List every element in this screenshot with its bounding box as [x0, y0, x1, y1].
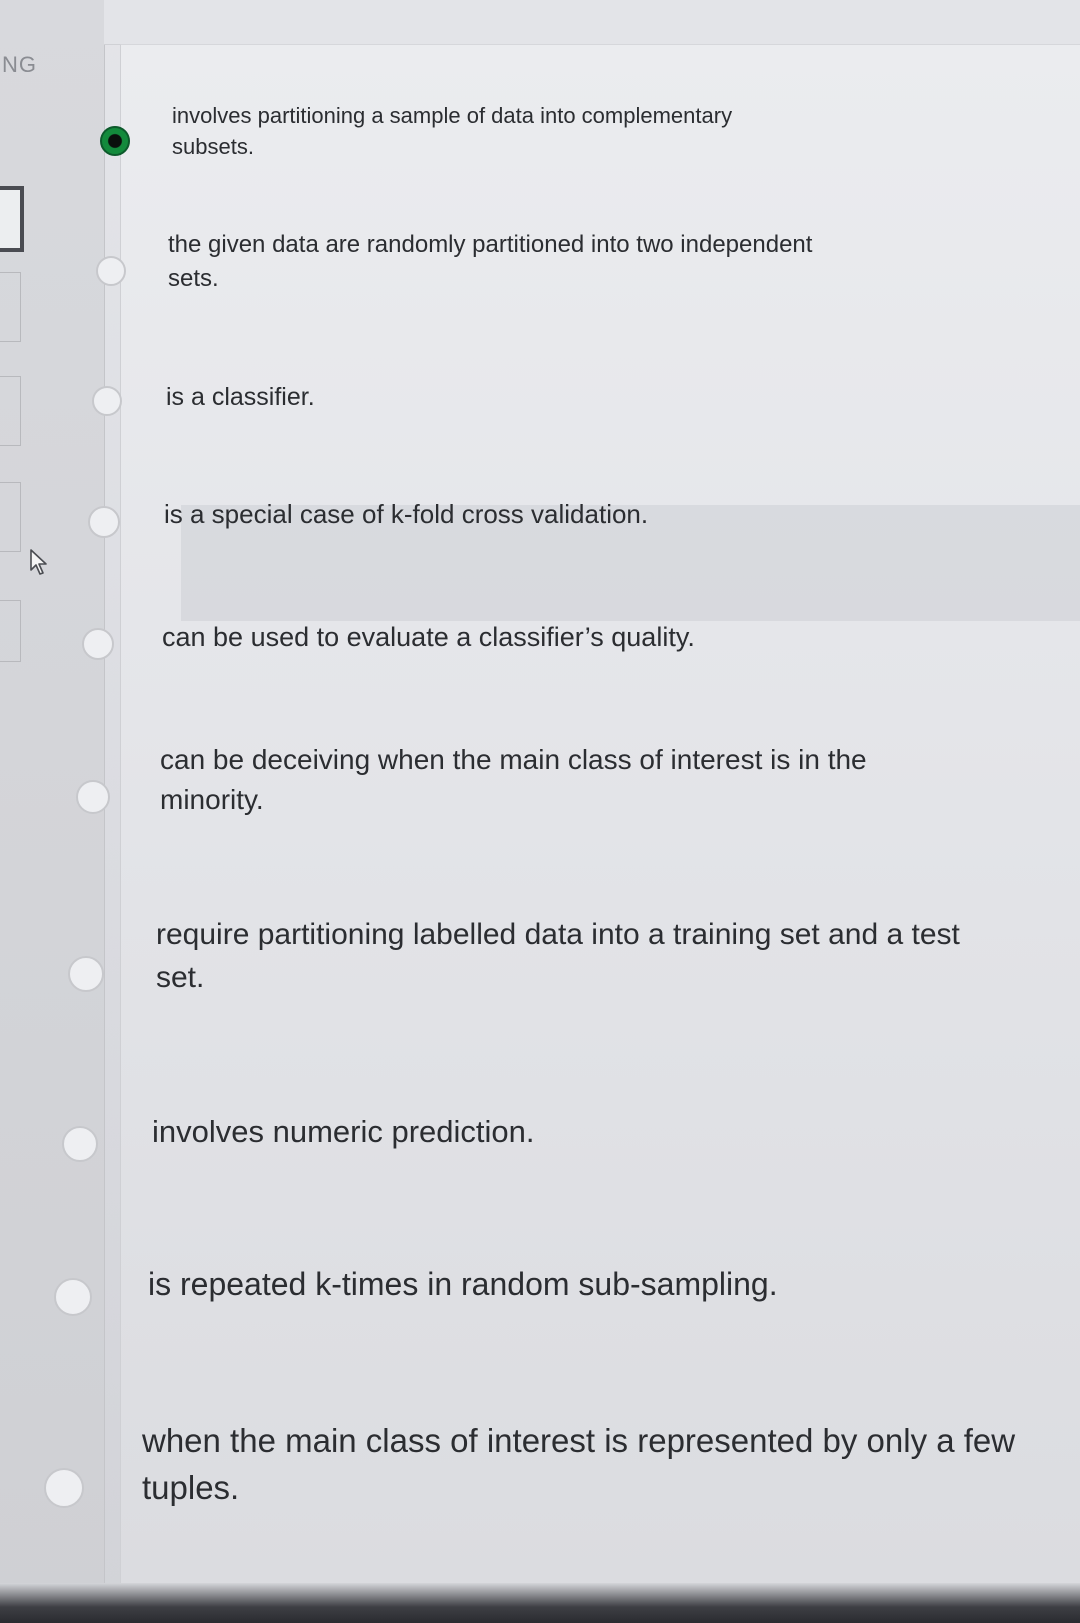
radio-button-selected[interactable] — [100, 126, 130, 156]
question-nav-row[interactable] — [0, 272, 21, 342]
option-label: involves partitioning a sample of data i… — [172, 103, 733, 160]
option-label: can be deceiving when the main class of … — [160, 744, 867, 815]
mouse-pointer-icon — [30, 549, 47, 575]
radio-button[interactable] — [88, 506, 120, 538]
screen-bezel — [0, 1583, 1080, 1623]
radio-button[interactable] — [54, 1278, 92, 1316]
radio-button[interactable] — [82, 628, 114, 660]
radio-button[interactable] — [44, 1468, 84, 1508]
radio-button[interactable] — [76, 780, 110, 814]
top-bar — [104, 0, 1080, 45]
option-label: when the main class of interest is repre… — [142, 1422, 1016, 1506]
option-label: can be used to evaluate a classifier’s q… — [162, 622, 695, 652]
option-label: is repeated k-times in random sub-sampli… — [148, 1266, 778, 1302]
section-label: NG — [2, 52, 37, 77]
radio-button[interactable] — [68, 956, 104, 992]
option-label: require partitioning labelled data into … — [156, 918, 960, 994]
radio-button[interactable] — [62, 1126, 98, 1162]
option-label: the given data are randomly partitioned … — [168, 231, 813, 293]
question-nav-row[interactable] — [0, 376, 21, 446]
option-label: involves numeric prediction. — [152, 1114, 535, 1149]
option-label: is a special case of k-fold cross valida… — [164, 499, 649, 529]
option-label: is a classifier. — [166, 383, 315, 411]
radio-button[interactable] — [96, 256, 126, 286]
question-nav-row[interactable] — [0, 482, 21, 552]
radio-button[interactable] — [92, 386, 122, 416]
question-nav-row[interactable] — [0, 600, 21, 662]
question-nav-box[interactable] — [0, 186, 24, 252]
